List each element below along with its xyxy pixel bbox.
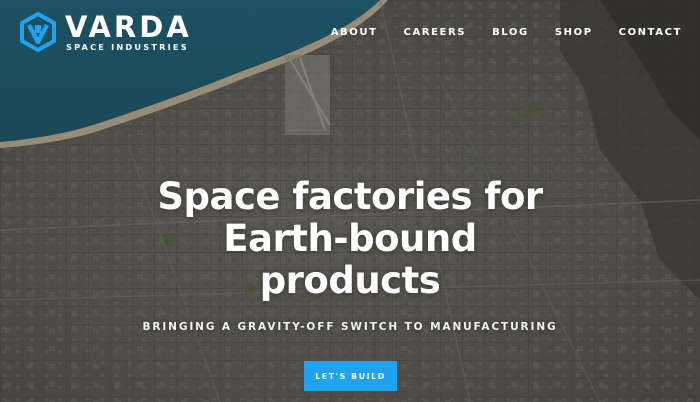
hexagon-v-logo-icon — [20, 11, 56, 53]
headline-line-1: Space factories for — [157, 175, 543, 218]
nav-shop[interactable]: SHOP — [555, 27, 593, 38]
nav-contact[interactable]: CONTACT — [619, 27, 682, 38]
lets-build-button[interactable]: LET'S BUILD — [304, 361, 397, 391]
hero-tagline: BRINGING A GRAVITY-OFF SWITCH TO MANUFAC… — [142, 321, 558, 333]
brand-subtitle: SPACE INDUSTRIES — [66, 41, 189, 52]
main-nav: ABOUT CAREERS BLOG SHOP CONTACT — [305, 27, 682, 38]
nav-about[interactable]: ABOUT — [331, 27, 378, 38]
hero-headline: Space factories for Earth-bound products — [0, 176, 700, 302]
headline-line-3: products — [259, 259, 441, 302]
nav-blog[interactable]: BLOG — [492, 27, 529, 38]
nav-careers[interactable]: CAREERS — [404, 27, 467, 38]
headline-line-2: Earth-bound — [223, 217, 477, 260]
brand-name: VARDA — [65, 9, 192, 44]
brand-logo[interactable]: VARDA SPACE INDUSTRIES — [17, 11, 192, 53]
